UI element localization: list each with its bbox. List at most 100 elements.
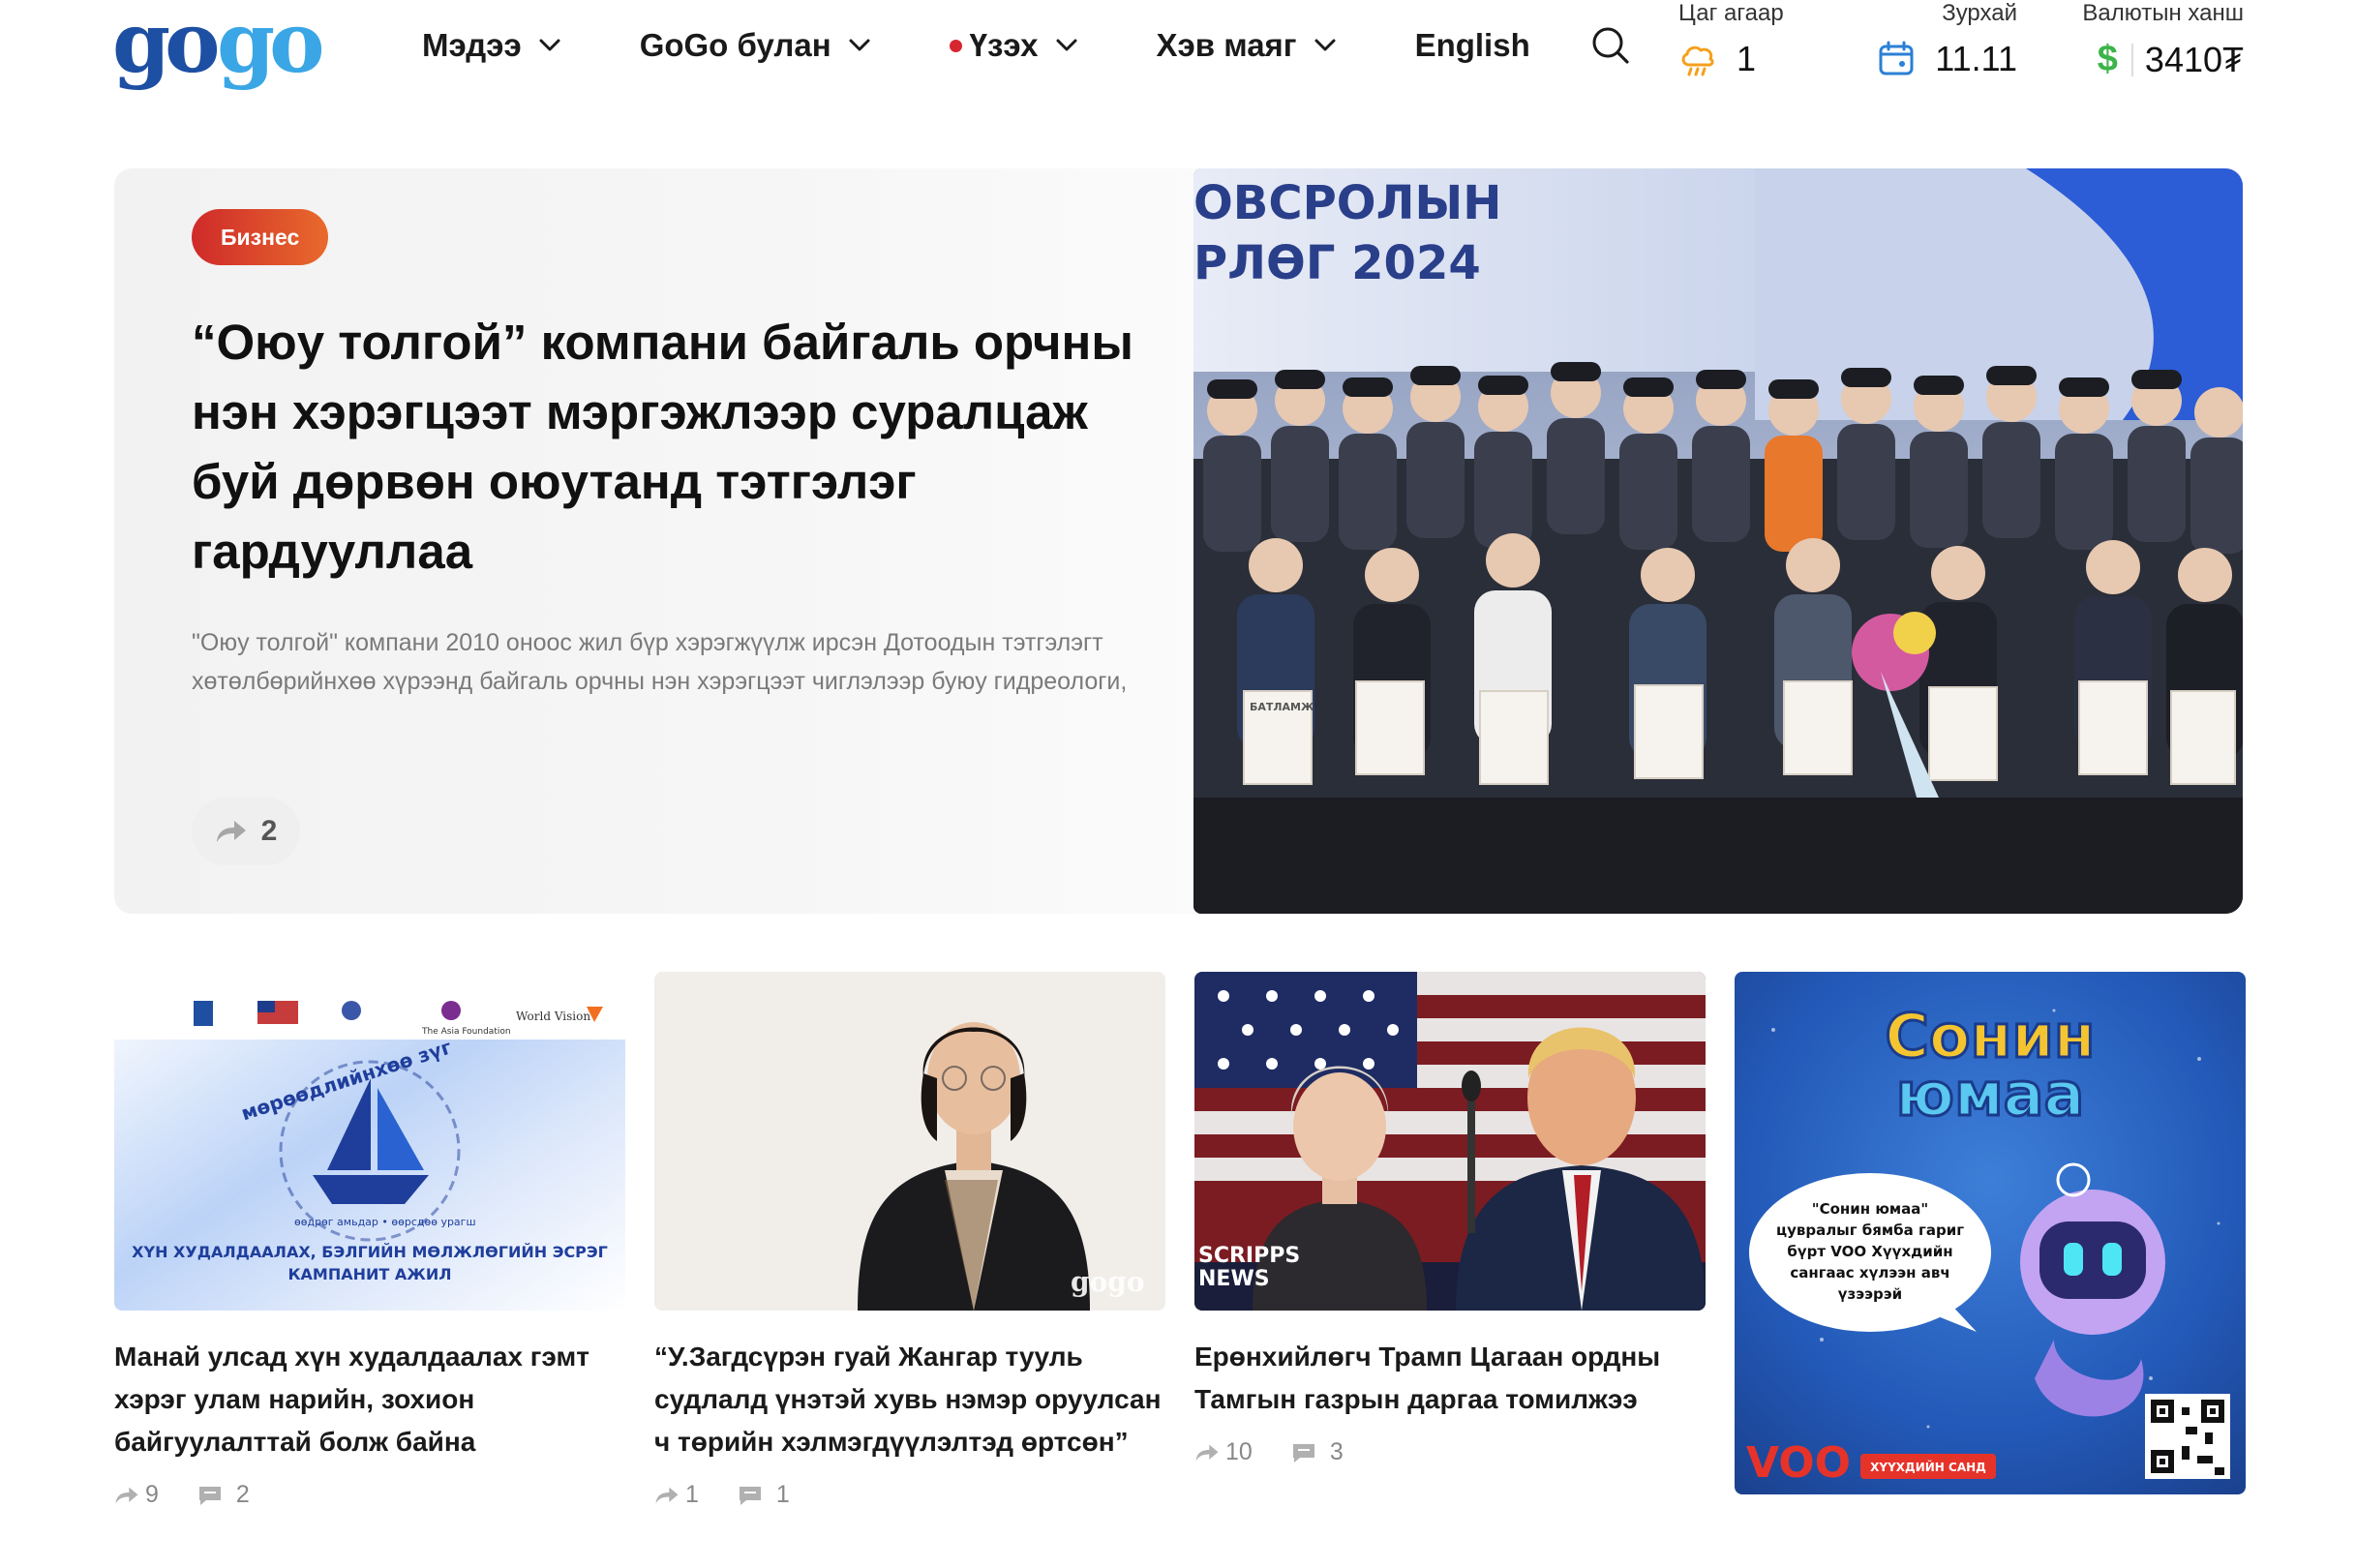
site-logo[interactable]: go go	[112, 4, 345, 97]
logo-asia-foundation: The Asia Foundation	[421, 1027, 511, 1037]
press-photo: SCRIPPS NEWS	[1194, 972, 1706, 1311]
svg-text:go: go	[217, 4, 321, 92]
photo-graduates: ОВСРОЛЫН РЛӨГ 2024 БАТЛАМЖ	[1193, 168, 2243, 914]
banner-text-1: ОВСРОЛЫН	[1193, 176, 1501, 230]
share-icon	[115, 1487, 138, 1503]
category-badge[interactable]: Бизнес	[192, 209, 329, 265]
weather-value: 1	[1737, 39, 1757, 78]
weather-widget[interactable]: Цаг агаар 1	[1678, 0, 1795, 97]
comment-icon	[1292, 1443, 1314, 1462]
ad-brand: VOO	[1746, 1438, 1851, 1488]
comment-icon	[198, 1486, 221, 1505]
nav-item-style[interactable]: Хэв маяг	[1157, 27, 1336, 64]
nav-item-label: Үзэх	[969, 27, 1039, 63]
card-meta: 10 3	[1194, 1438, 1706, 1466]
news-card[interactable]: SCRIPPS NEWS Ерөнхийлөгч Трамп Цагаан ор…	[1194, 972, 1706, 1466]
ad-fund-label: ХҮҮХДИЙН САНД	[1870, 1460, 1986, 1474]
card-shares[interactable]: 9	[114, 1481, 159, 1509]
header-widgets: Цаг агаар 1 Зурхай 11.11 Валютын ханш $ …	[1678, 0, 2244, 106]
nav-item-watch[interactable]: Үзэх	[949, 27, 1077, 64]
language-label: English	[1414, 27, 1530, 63]
card-title[interactable]: Манай улсад хүн худалдаалах гэмт хэрэг у…	[114, 1336, 625, 1463]
nav-item-label: Хэв маяг	[1156, 27, 1297, 63]
ad-bubble-2: цувралыг бямба гариг	[1776, 1221, 1964, 1239]
comment-count: 1	[775, 1481, 790, 1508]
chevron-down-icon	[539, 39, 560, 51]
share-icon	[216, 821, 246, 842]
chevron-down-icon	[1056, 39, 1077, 51]
share-icon	[655, 1487, 679, 1503]
search-icon[interactable]	[1590, 25, 1631, 66]
horoscope-widget[interactable]: Зурхай 11.11	[1872, 0, 2017, 97]
site-header: go go Мэдээ GoGo булан Үзэх Хэв маяг Eng…	[0, 0, 2356, 106]
divider	[2130, 43, 2133, 76]
card-title[interactable]: Ерөнхийлөгч Трамп Цагаан ордны Тамгын га…	[1194, 1336, 1706, 1421]
card-thumbnail[interactable]: SCRIPPS NEWS	[1194, 972, 1706, 1311]
horoscope-label: Зурхай	[1942, 0, 2017, 26]
nav-item-news[interactable]: Мэдээ	[422, 27, 560, 64]
nav-item-label: GoGo булан	[639, 27, 831, 63]
card-thumbnail[interactable]: The Asia Foundation World Vision мөрөөдл…	[114, 972, 625, 1311]
poster-caption-1: ХҮН ХУДАЛДААЛАХ, БЭЛГИЙН МӨЛЖЛӨГИЙН ЭСРЭ…	[132, 1243, 608, 1261]
ad-bubble-3: бүрт VOO Хүүхдийн	[1787, 1243, 1952, 1260]
live-dot-icon	[949, 39, 962, 52]
news-card[interactable]: gogo “У.Загдсүрэн гуай Жангар тууль судл…	[654, 972, 1165, 1509]
share-count: 10	[1225, 1438, 1253, 1465]
campaign-poster: The Asia Foundation World Vision мөрөөдл…	[114, 972, 625, 1311]
card-title[interactable]: “У.Загдсүрэн гуай Жангар тууль судлалд ү…	[654, 1336, 1165, 1463]
featured-excerpt: "Оюу толгой" компани 2010 оноос жил бүр …	[192, 629, 1128, 695]
ad-bubble-4: сангаас хүлээн авч	[1790, 1264, 1949, 1282]
card-shares[interactable]: 1	[654, 1481, 699, 1509]
weather-label: Цаг агаар	[1678, 0, 1784, 26]
svg-text:go: go	[112, 4, 217, 92]
chevron-down-icon	[849, 39, 870, 51]
main-nav: Мэдээ GoGo булан Үзэх Хэв маяг English	[422, 21, 1631, 70]
featured-article[interactable]: Бизнес “Оюу толгой” компани байгаль орчн…	[114, 168, 2243, 914]
share-icon	[1195, 1444, 1219, 1461]
nav-item-gogo-corner[interactable]: GoGo булан	[640, 27, 870, 64]
poster-caption-2: КАМПАНИТ АЖИЛ	[287, 1265, 451, 1283]
comment-count: 2	[235, 1481, 250, 1508]
featured-title[interactable]: “Оюу толгой” компани байгаль орчны нэн х…	[192, 308, 1160, 587]
chevron-down-icon	[1314, 39, 1336, 51]
card-thumbnail[interactable]: gogo	[654, 972, 1165, 1311]
share-count: 2	[260, 815, 278, 847]
ad-bubble-5: үзээрэй	[1838, 1285, 1902, 1303]
poster-slogan: өөдрөг амьдар • өөрсдөө урагш	[294, 1216, 476, 1228]
currency-widget[interactable]: Валютын ханш $ 3410₮	[2079, 0, 2244, 97]
ad-bubble-1: "Сонин юмаа"	[1812, 1200, 1929, 1218]
photo-watermark-2: NEWS	[1198, 1267, 1270, 1291]
ad-title-2: юмаа	[1896, 1059, 2085, 1130]
photo-watermark-1: SCRIPPS	[1198, 1244, 1300, 1268]
featured-image[interactable]: ОВСРОЛЫН РЛӨГ 2024 БАТЛАМЖ	[1193, 168, 2243, 914]
news-grid: The Asia Foundation World Vision мөрөөдл…	[114, 972, 2246, 1553]
card-comments[interactable]: 1	[738, 1481, 790, 1509]
ad-banner[interactable]: Сонин юмаа "Сонин юмаа" цувралыг бямба г…	[1735, 972, 2246, 1494]
currency-value: 3410₮	[2144, 39, 2244, 79]
calendar-icon	[1879, 41, 1914, 75]
language-switch[interactable]: English	[1415, 27, 1530, 64]
certificate-text: БАТЛАМЖ	[1250, 701, 1314, 713]
horoscope-value: 11.11	[1935, 39, 2017, 78]
share-button[interactable]: 2	[192, 798, 300, 865]
photo-watermark: gogo	[1071, 1266, 1145, 1298]
nav-item-label: Мэдээ	[422, 27, 522, 63]
ad-artwork: Сонин юмаа "Сонин юмаа" цувралыг бямба г…	[1735, 972, 2246, 1494]
card-comments[interactable]: 2	[197, 1481, 250, 1509]
card-shares[interactable]: 10	[1194, 1438, 1253, 1466]
logo-mark: go go	[112, 4, 327, 92]
card-meta: 1 1	[654, 1481, 1165, 1509]
share-count: 1	[685, 1481, 699, 1508]
portrait-photo: gogo	[654, 972, 1165, 1311]
share-count: 9	[145, 1481, 159, 1508]
dollar-icon: $	[2097, 39, 2118, 79]
cloud-rain-icon	[1681, 45, 1714, 76]
logo-world-vision: World Vision	[516, 1010, 590, 1023]
comment-icon	[739, 1486, 761, 1505]
card-meta: 9 2	[114, 1481, 625, 1509]
comment-count: 3	[1329, 1438, 1344, 1465]
banner-text-2: РЛӨГ 2024	[1193, 236, 1481, 290]
news-card[interactable]: The Asia Foundation World Vision мөрөөдл…	[114, 972, 625, 1509]
card-comments[interactable]: 3	[1291, 1438, 1344, 1466]
currency-label: Валютын ханш	[2082, 0, 2244, 26]
